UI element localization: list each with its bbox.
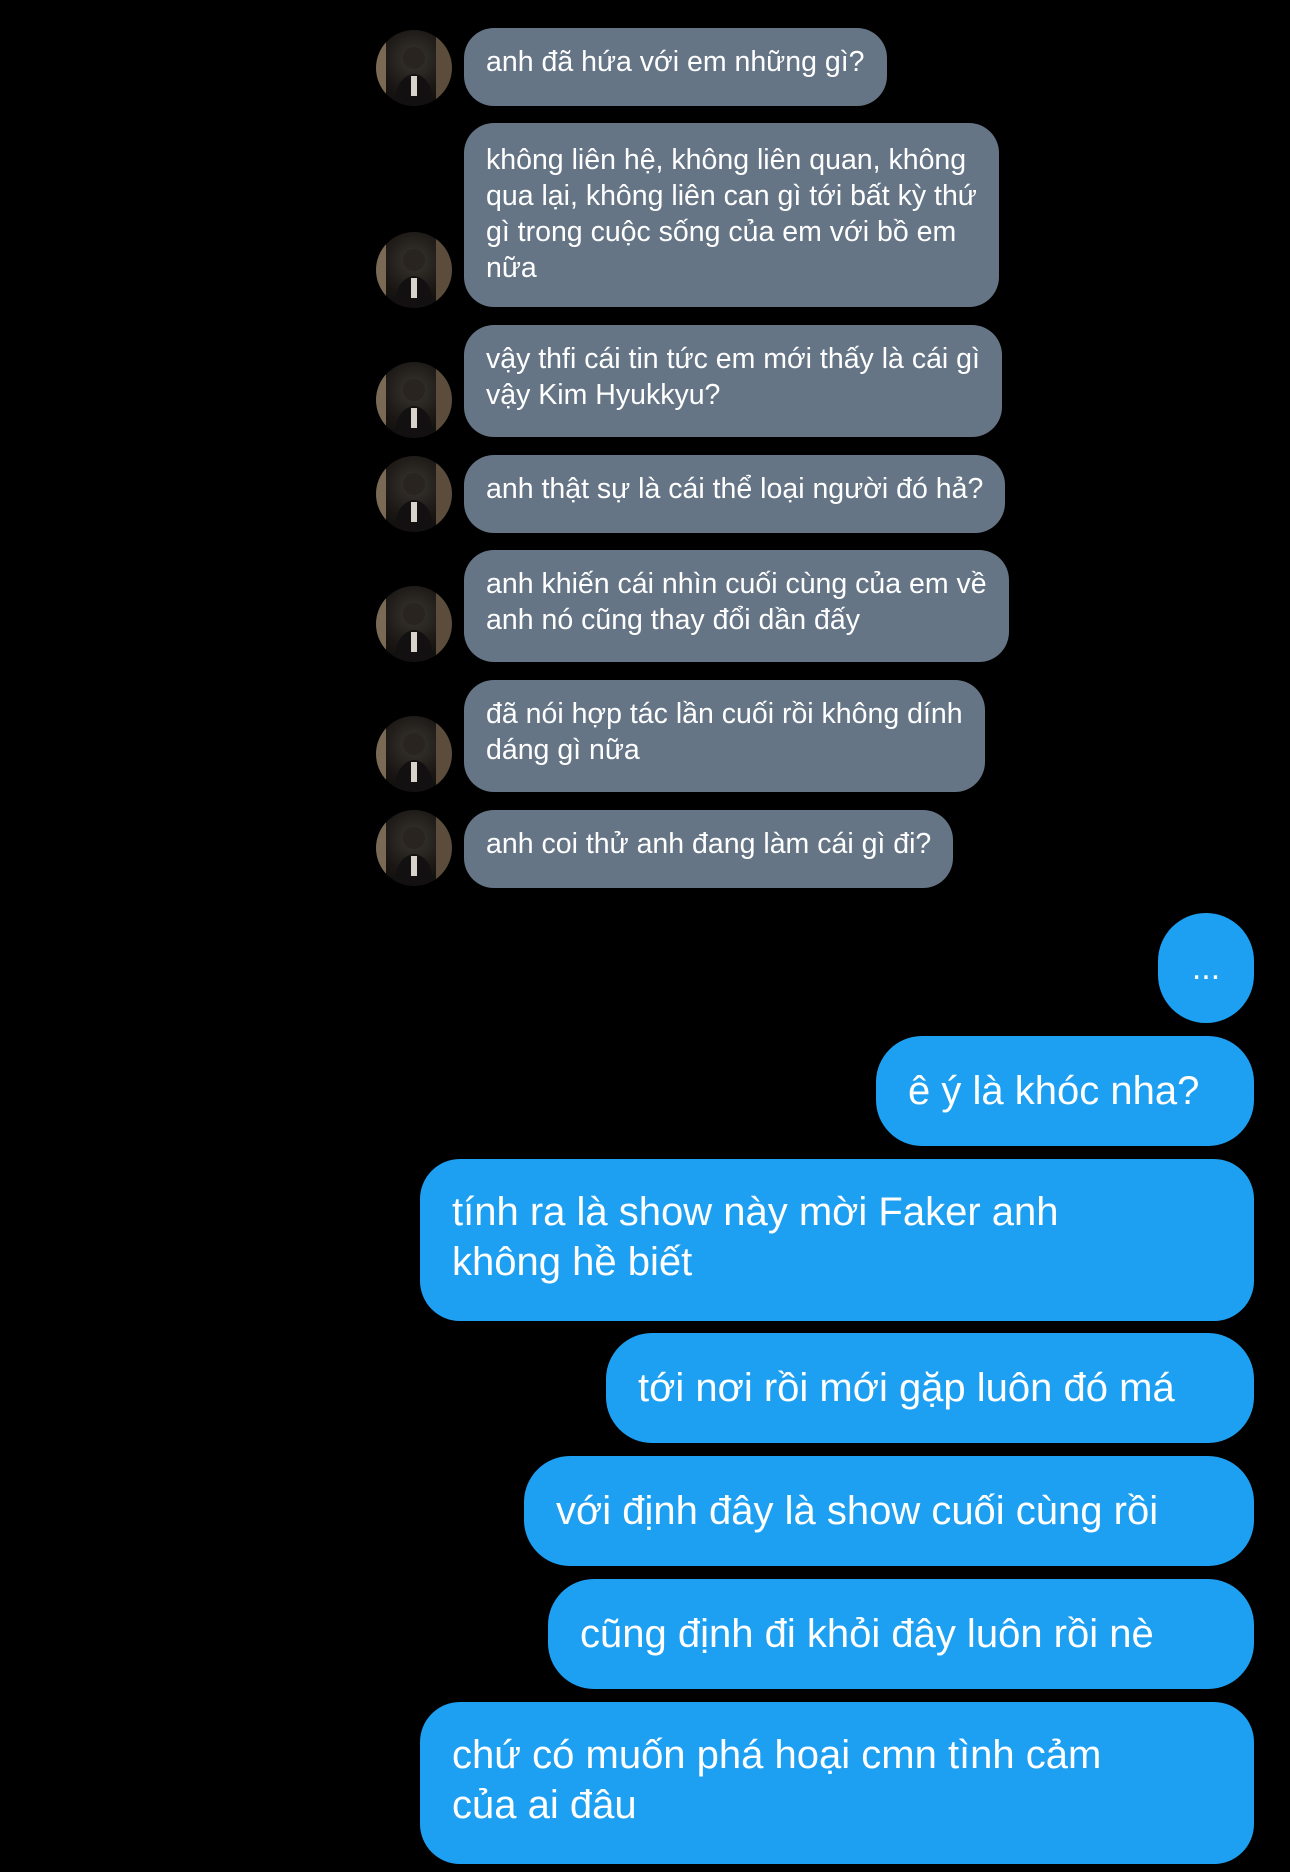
incoming-bubble[interactable]: anh coi thử anh đang làm cái gì đi? <box>464 810 954 888</box>
sender-avatar[interactable] <box>376 362 452 438</box>
sender-avatar[interactable] <box>376 30 452 106</box>
sender-avatar[interactable] <box>376 232 452 308</box>
incoming-bubble[interactable]: anh thật sự là cái thể loại người đó hả? <box>464 455 1006 533</box>
outgoing-bubble[interactable]: ... <box>1158 913 1254 1023</box>
outgoing-bubble[interactable]: chứ có muốn phá hoại cmn tình cảm của ai… <box>420 1702 1254 1864</box>
outgoing-bubble[interactable]: tính ra là show này mời Faker anh không … <box>420 1159 1254 1321</box>
outgoing-bubble[interactable]: với định đây là show cuối cùng rồi <box>524 1456 1254 1566</box>
sender-avatar[interactable] <box>376 810 452 886</box>
sender-avatar[interactable] <box>376 716 452 792</box>
incoming-bubble[interactable]: đã nói hợp tác lần cuối rồi không dính d… <box>464 680 985 792</box>
sender-avatar[interactable] <box>376 456 452 532</box>
incoming-bubble[interactable]: anh khiến cái nhìn cuối cùng của em về a… <box>464 550 1009 662</box>
outgoing-bubble[interactable]: tới nơi rồi mới gặp luôn đó má <box>606 1333 1254 1443</box>
sender-avatar[interactable] <box>376 586 452 662</box>
incoming-bubble[interactable]: anh đã hứa với em những gì? <box>464 28 887 106</box>
outgoing-bubble[interactable]: ê ý là khóc nha? <box>876 1036 1254 1146</box>
incoming-bubble[interactable]: vậy thfi cái tin tức em mới thấy là cái … <box>464 325 1002 437</box>
outgoing-bubble[interactable]: cũng định đi khỏi đây luôn rồi nè <box>548 1579 1254 1689</box>
incoming-bubble[interactable]: không liên hệ, không liên quan, không qu… <box>464 123 999 307</box>
